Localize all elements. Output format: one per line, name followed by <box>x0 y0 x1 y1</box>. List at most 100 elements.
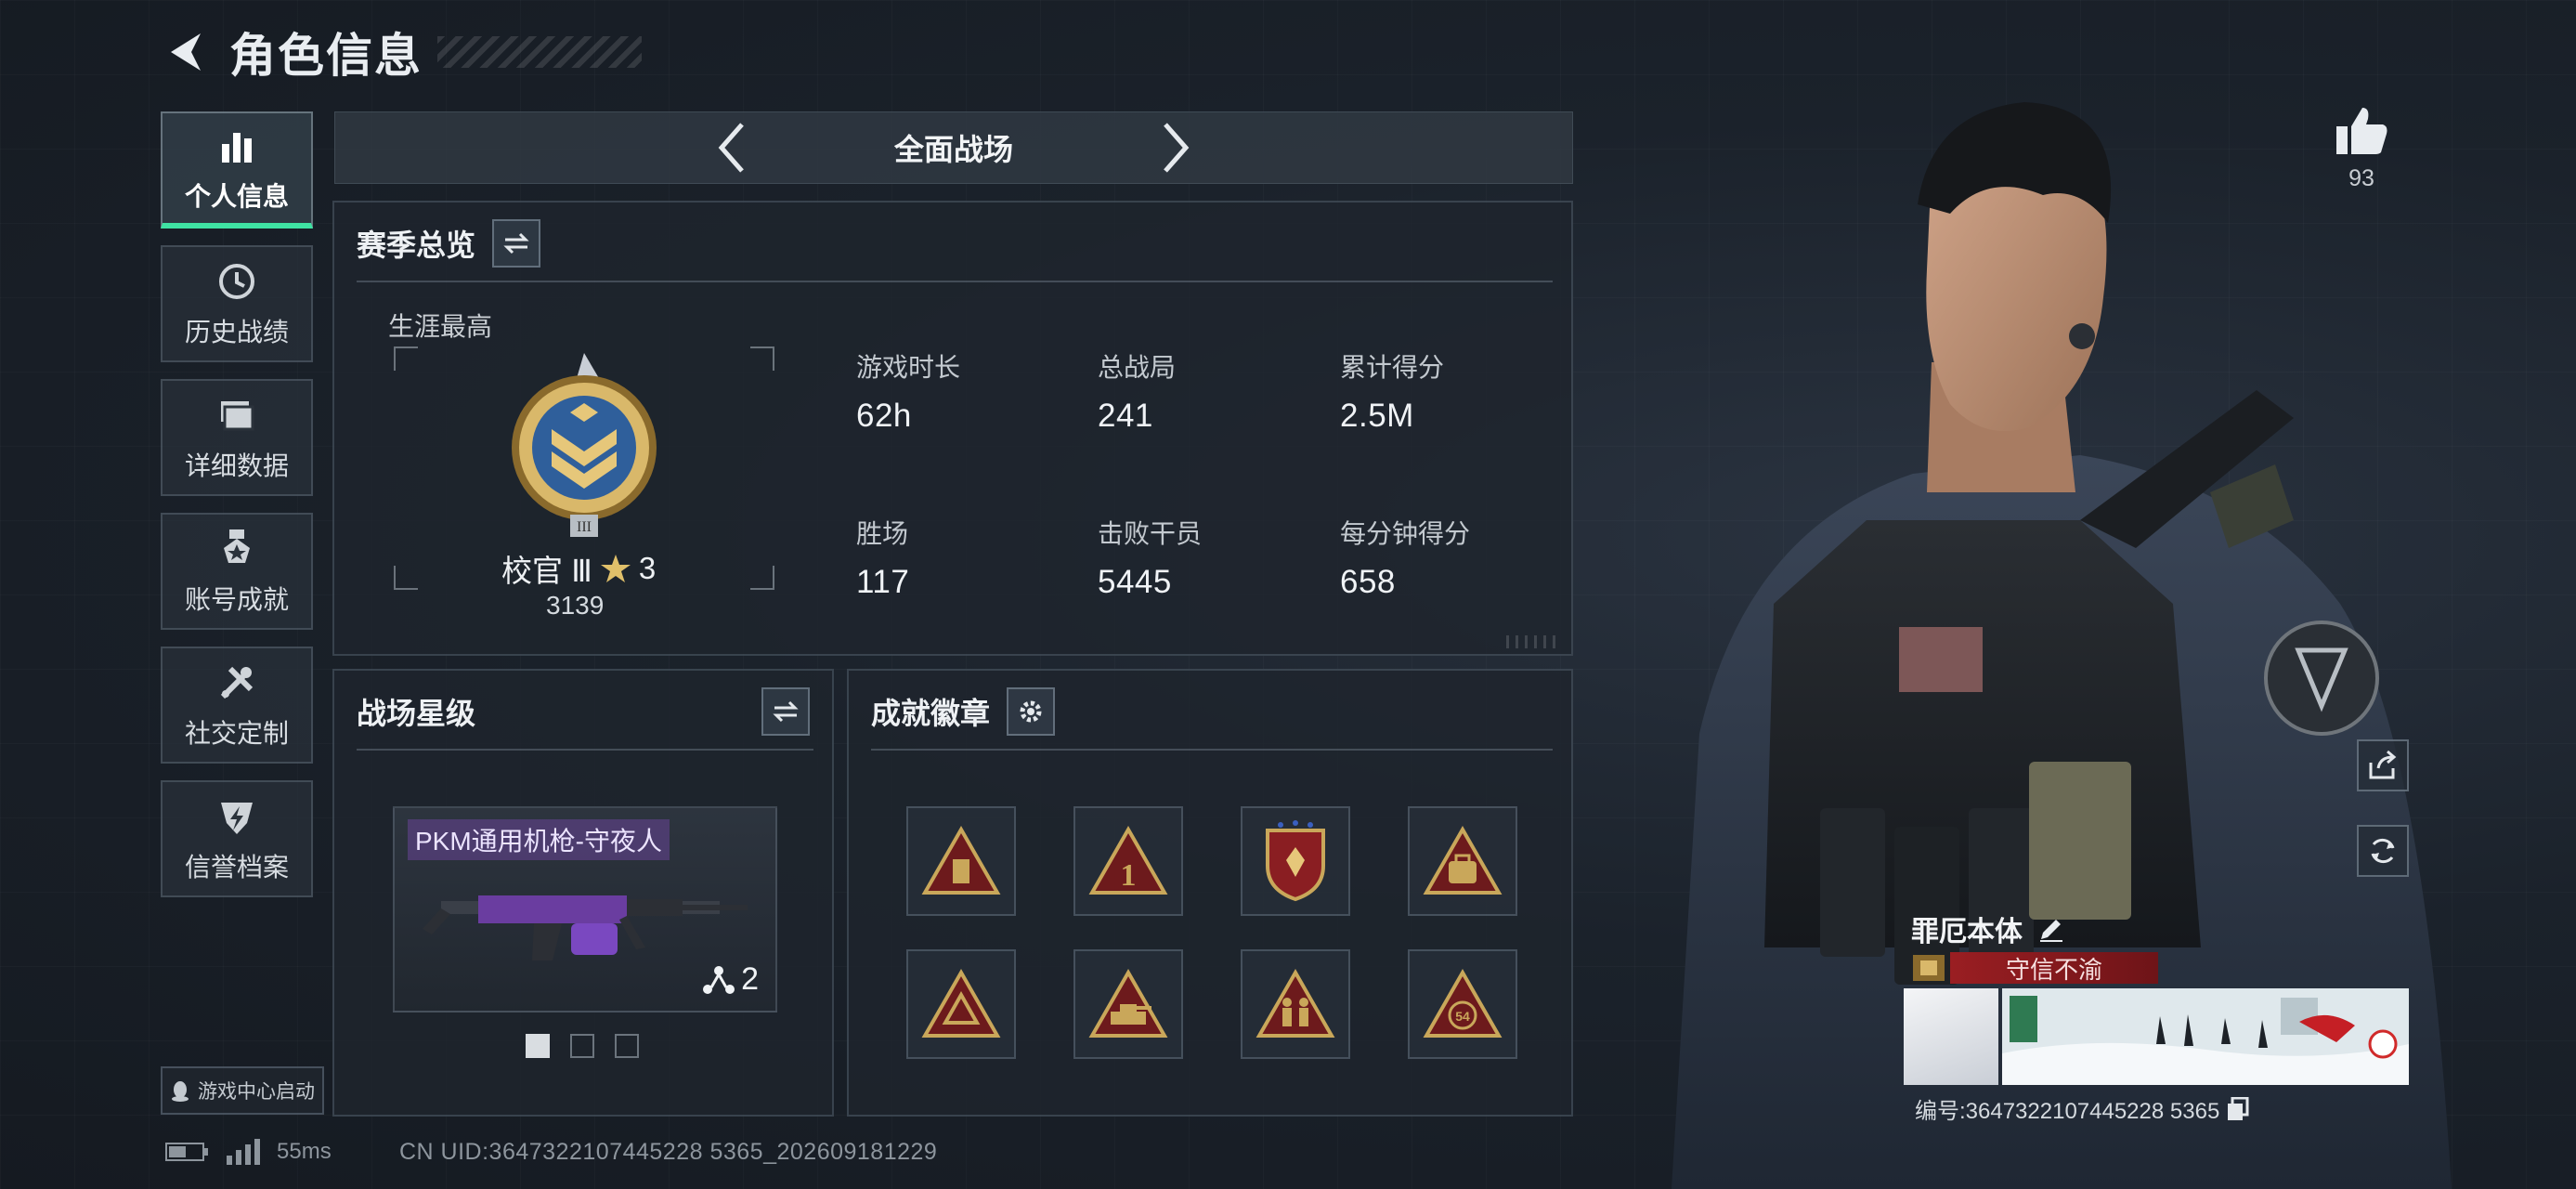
title-decoration <box>437 36 642 68</box>
gear-icon <box>1020 700 1042 723</box>
banner-avatar-frame <box>1904 988 1998 1085</box>
career-best-label: 生涯最高 <box>388 312 493 341</box>
back-arrow-icon <box>171 33 201 71</box>
weapon-stars-count: 2 <box>741 961 759 997</box>
stat-value: 241 <box>1098 398 1153 434</box>
badge-usb-icon <box>921 825 1001 895</box>
like-count: 93 <box>2348 165 2374 191</box>
nav-item-social[interactable]: 社交定制 <box>161 647 313 764</box>
nav-item-personal-info[interactable]: 个人信息 <box>161 111 313 229</box>
weapon-card[interactable]: PKM通用机枪-守夜人 2 <box>393 806 777 1013</box>
panel-title: 成就徽章 <box>871 697 991 730</box>
badge-slot[interactable] <box>1241 949 1350 1059</box>
thumbs-up-icon <box>2336 108 2387 154</box>
nav-label: 详细数据 <box>184 451 289 480</box>
pager-dot[interactable] <box>615 1034 639 1058</box>
character-title-text: 守信不渝 <box>1950 952 2158 984</box>
stat-total-score: 累计得分 2.5M <box>1340 347 1444 435</box>
stat-play-time: 游戏时长 62h <box>856 347 960 435</box>
folder-icon <box>214 392 260 438</box>
edit-pencil-icon[interactable] <box>2037 915 2065 943</box>
svg-text:54: 54 <box>1455 1009 1470 1024</box>
rotate-button[interactable] <box>2357 825 2409 877</box>
like-widget[interactable]: 93 <box>2335 106 2388 192</box>
weapon-star-level: 2 <box>702 961 759 998</box>
badge-slot[interactable] <box>906 806 1016 916</box>
svg-text:1: 1 <box>1121 858 1137 893</box>
weapon-name: PKM通用机枪-守夜人 <box>408 819 670 860</box>
nav-label: 历史战绩 <box>184 318 289 346</box>
character-id-text: 编号:3647322107445228 5365 <box>1915 1099 2220 1124</box>
nav-item-detailed-data[interactable]: 详细数据 <box>161 379 313 496</box>
badge-slot[interactable] <box>1408 806 1517 916</box>
character-title-badge: 守信不渝 <box>1907 951 2158 985</box>
mode-next-button[interactable] <box>1152 119 1199 176</box>
badge-soldiers-icon <box>1255 968 1335 1038</box>
stat-label: 击败干员 <box>1098 519 1203 548</box>
side-nav: 个人信息 历史战绩 详细数据 账号成就 社交定制 信誉档案 <box>161 111 313 914</box>
rank-name: 校官 Ⅲ 3 <box>501 546 656 591</box>
mode-prev-button[interactable] <box>709 119 755 176</box>
nav-item-history[interactable]: 历史战绩 <box>161 245 313 362</box>
history-clock-icon <box>214 258 260 305</box>
badge-triangle-icon <box>921 968 1001 1038</box>
mode-selector: 全面战场 <box>334 111 1573 184</box>
star-icon <box>600 555 631 582</box>
title-emblem-icon <box>1913 955 1945 981</box>
bar-chart-icon <box>214 123 260 169</box>
game-center-label: 游戏中心启动 <box>198 1081 315 1103</box>
stat-total-matches: 总战局 241 <box>1098 347 1176 435</box>
swap-icon <box>773 700 799 723</box>
season-switch-button[interactable] <box>492 219 541 268</box>
status-bar: 55ms <box>165 1139 332 1165</box>
mode-label: 全面战场 <box>893 133 1013 166</box>
stat-score-per-minute: 每分钟得分 658 <box>1340 514 1470 601</box>
achievement-medal-icon <box>214 526 260 572</box>
back-button[interactable] <box>163 26 207 78</box>
shield-lightning-icon <box>214 793 260 840</box>
nav-item-achievements[interactable]: 账号成就 <box>161 513 313 630</box>
swap-icon <box>503 232 529 255</box>
rank-emblem-icon: III <box>512 353 657 537</box>
game-center-launch-button[interactable]: 游戏中心启动 <box>161 1066 324 1115</box>
pager-dot[interactable] <box>570 1034 594 1058</box>
stat-value: 62h <box>856 398 912 434</box>
panel-divider <box>357 281 1553 282</box>
chevron-right-icon <box>1164 123 1190 173</box>
tools-icon <box>214 660 260 706</box>
stat-label: 总战局 <box>1098 353 1177 382</box>
badge-tank-icon <box>1088 968 1168 1038</box>
copy-icon[interactable] <box>2227 1096 2249 1121</box>
badge-grid: 1 54 <box>906 806 1517 1059</box>
badge-54-icon: 54 <box>1423 968 1503 1038</box>
panel-header: 赛季总览 <box>357 219 541 268</box>
panel-header: 成就徽章 <box>871 687 1056 736</box>
rank-points: 3139 <box>546 591 605 620</box>
badge-slot[interactable] <box>1073 949 1183 1059</box>
stat-label: 每分钟得分 <box>1340 519 1471 548</box>
star-level-switch-button[interactable] <box>761 687 810 736</box>
share-button[interactable] <box>2357 739 2409 791</box>
nav-label: 信誉档案 <box>184 853 289 882</box>
panel-divider <box>871 749 1553 751</box>
page-header: 角色信息 <box>163 24 642 82</box>
badge-crest-icon <box>1266 820 1325 902</box>
nav-item-reputation[interactable]: 信誉档案 <box>161 780 313 897</box>
character-banner[interactable] <box>1904 988 2409 1085</box>
weapon-pager <box>526 1034 639 1058</box>
badge-slot[interactable] <box>1241 806 1350 916</box>
badge-settings-button[interactable] <box>1007 687 1056 736</box>
badge-slot[interactable]: 1 <box>1073 806 1183 916</box>
share-icon <box>2369 750 2397 779</box>
stat-label: 累计得分 <box>1340 353 1445 382</box>
battery-icon <box>165 1143 208 1161</box>
badge-bag-icon <box>1423 825 1503 895</box>
pkm-machine-gun-icon <box>423 895 748 960</box>
badge-slot[interactable]: 54 <box>1408 949 1517 1059</box>
stat-label: 胜场 <box>856 519 909 548</box>
badge-slot[interactable] <box>906 949 1016 1059</box>
badge-rank1-icon: 1 <box>1088 825 1168 895</box>
stat-label: 游戏时长 <box>856 353 961 382</box>
pager-dot-active[interactable] <box>526 1034 550 1058</box>
character-name-text: 罪厄本体 <box>1911 917 2023 947</box>
